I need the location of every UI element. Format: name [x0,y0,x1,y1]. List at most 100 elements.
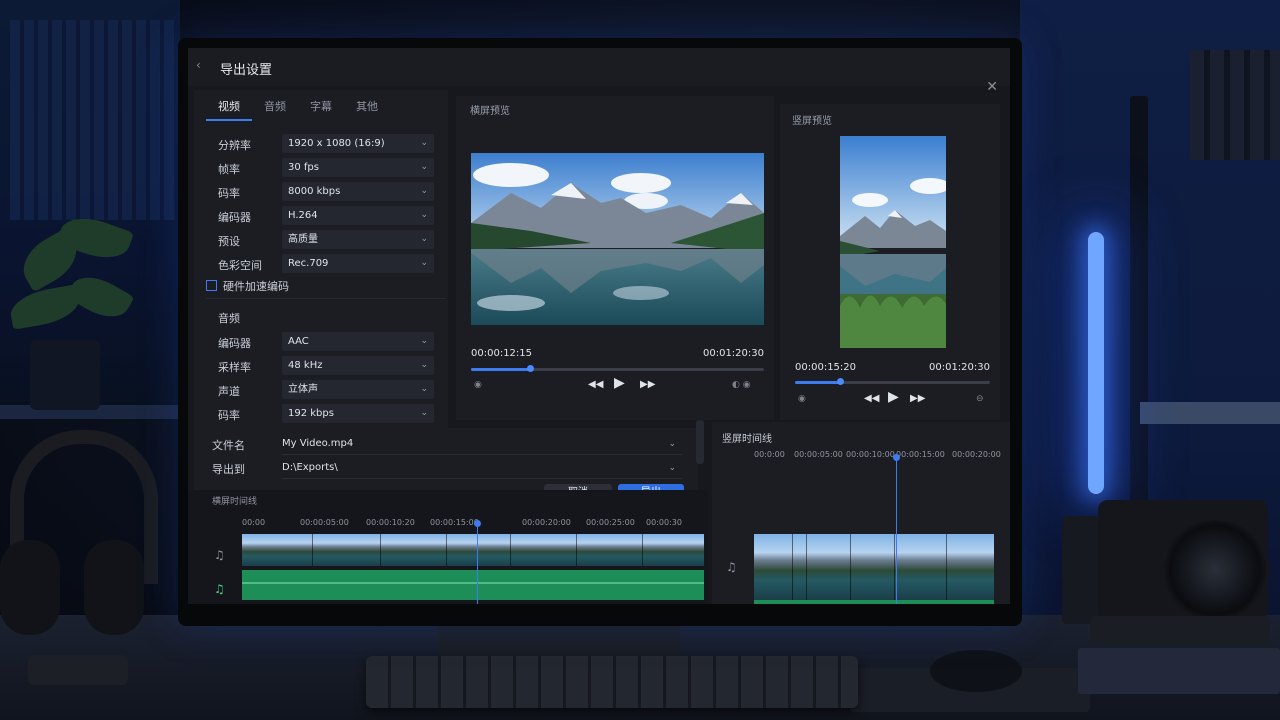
close-icon[interactable]: ✕ [986,79,998,95]
ruler-tick: 00:00:05:00 [300,518,349,527]
chevron-down-icon: ⌄ [420,162,428,172]
chevron-down-icon: ⌄ [420,408,428,418]
ruler-tick: 00:00:05:00 [794,450,843,459]
vertical-preview-image [840,136,946,348]
audio-codec-select[interactable]: AAC ⌄ [282,332,434,351]
landscape-scrubber[interactable] [471,365,764,372]
vertical-playhead[interactable] [896,458,897,604]
preset-select[interactable]: 高质量 ⌄ [282,230,434,249]
vertical-playhead-knob[interactable] [893,454,900,461]
landscape-preview-image [471,153,764,325]
preset-row: 预设 高质量 ⌄ [218,230,442,250]
destination-row: 导出到 D:\Exports\ ⌄ [212,458,692,479]
codec-value: H.264 [288,210,318,221]
channels-select[interactable]: 立体声 ⌄ [282,380,434,399]
samplerate-row: 采样率 48 kHz ⌄ [218,356,442,376]
framerate-select[interactable]: 30 fps ⌄ [282,158,434,177]
resolution-label: 分辨率 [218,139,251,152]
chevron-down-icon: ⌄ [420,234,428,244]
codec-select[interactable]: H.264 ⌄ [282,206,434,225]
rewind-icon[interactable]: ◀◀ [864,393,879,404]
hardware-accel-row: 硬件加速编码 [206,278,289,294]
export-dialog: ‹ 导出设置 ✕ 视频 音频 字幕 其他 分辨率 1920 x 1080 (16… [188,48,1010,604]
chevron-down-icon: ⌄ [420,360,428,370]
fast-forward-icon[interactable]: ▶▶ [640,379,655,390]
bitrate-label: 码率 [218,187,240,200]
vertical-current-time: 00:00:15:20 [795,362,857,373]
notebook [1078,648,1280,694]
landscape-audio-track[interactable] [242,570,704,600]
ruler-tick: 00:00:10:20 [366,518,415,527]
landscape-timeline: 横屏时间线 00:00 00:00:05:00 00:00:10:20 00:0… [188,490,708,604]
vertical-audio-track[interactable] [754,600,994,604]
mouse [930,650,1022,692]
filename-label: 文件名 [212,439,245,452]
tab-video[interactable]: 视频 [206,94,252,121]
landscape-playhead[interactable] [477,524,478,604]
chevron-down-icon: ⌄ [668,439,676,449]
resolution-select[interactable]: 1920 x 1080 (16:9) ⌄ [282,134,434,153]
bitrate-row: 码率 8000 kbps ⌄ [218,182,442,202]
audio-bitrate-select[interactable]: 192 kbps ⌄ [282,404,434,423]
audio-bitrate-value: 192 kbps [288,408,334,419]
chevron-down-icon: ⌄ [420,210,428,220]
ruler-tick: 00:00:10:00 [846,450,895,459]
destination-input[interactable]: D:\Exports\ ⌄ [282,458,682,479]
ruler-tick: 00:00:30 [646,518,682,527]
preset-value: 高质量 [288,234,318,245]
resolution-row: 分辨率 1920 x 1080 (16:9) ⌄ [218,134,442,154]
tab-audio[interactable]: 音频 [252,94,298,121]
fast-forward-icon[interactable]: ▶▶ [910,393,925,404]
landscape-playhead-knob[interactable] [474,520,481,527]
bitrate-value: 8000 kbps [288,186,341,197]
hardware-accel-label: 硬件加速编码 [223,280,289,293]
snapshot-icon[interactable]: ◉ [798,394,806,404]
colorspace-select[interactable]: Rec.709 ⌄ [282,254,434,273]
scrollbar[interactable] [696,420,704,464]
filename-row: 文件名 My Video.mp4 ⌄ [212,434,692,455]
channels-label: 声道 [218,385,240,398]
fullscreen-icon[interactable]: ⊖ [976,394,984,404]
destination-label: 导出到 [212,463,245,476]
landscape-timeline-title: 横屏时间线 [212,497,258,507]
tab-subtitles[interactable]: 字幕 [298,94,344,121]
fullscreen-icon[interactable]: ◐ ◉ [732,380,751,390]
dialog-title: 导出设置 [220,63,273,78]
landscape-scrubber-knob[interactable] [526,365,534,372]
resolution-value: 1920 x 1080 (16:9) [288,138,385,149]
destination-value: D:\Exports\ [282,462,338,473]
ruler-tick: 00:00:20:00 [522,518,571,527]
audio-section-heading: 音频 [218,312,240,325]
vertical-timeline-title: 竖屏时间线 [722,434,772,445]
ruler-tick: 00:0:00 [754,450,785,459]
plant-pot [30,340,100,410]
channels-row: 声道 立体声 ⌄ [218,380,442,400]
vertical-scrubber-knob[interactable] [836,378,844,385]
play-icon[interactable]: ▶ [614,375,625,391]
landscape-video-track[interactable] [242,534,704,566]
filename-input[interactable]: My Video.mp4 ⌄ [282,434,682,455]
hardware-accel-checkbox[interactable] [206,280,217,291]
play-icon[interactable]: ▶ [888,389,899,405]
music-note-icon: ♫ [214,548,225,562]
framerate-row: 帧率 30 fps ⌄ [218,158,442,178]
vertical-video-track[interactable] [754,534,994,600]
vertical-progress-fill [795,381,840,384]
rewind-icon[interactable]: ◀◀ [588,379,603,390]
landscape-total-time: 00:01:20:30 [702,348,764,359]
tab-other[interactable]: 其他 [344,94,390,121]
filename-value: My Video.mp4 [282,438,354,449]
framerate-label: 帧率 [218,163,240,176]
samplerate-select[interactable]: 48 kHz ⌄ [282,356,434,375]
vertical-preview-panel: 竖屏预览 00:00:15:20 00:01:20:30 ◉ ◀◀ ▶ ▶▶ ⊖ [780,104,1000,420]
vertical-total-time: 00:01:20:30 [928,362,990,373]
snapshot-icon[interactable]: ◉ [474,380,482,390]
codec-label: 编码器 [218,211,251,224]
landscape-current-time: 00:00:12:15 [471,348,533,359]
bitrate-select[interactable]: 8000 kbps ⌄ [282,182,434,201]
audio-codec-label: 编码器 [218,337,251,350]
vertical-scrubber[interactable] [795,378,990,385]
chevron-left-icon[interactable]: ‹ [196,58,201,72]
ruler-tick: 00:00:15:00 [430,518,479,527]
samplerate-value: 48 kHz [288,360,323,371]
